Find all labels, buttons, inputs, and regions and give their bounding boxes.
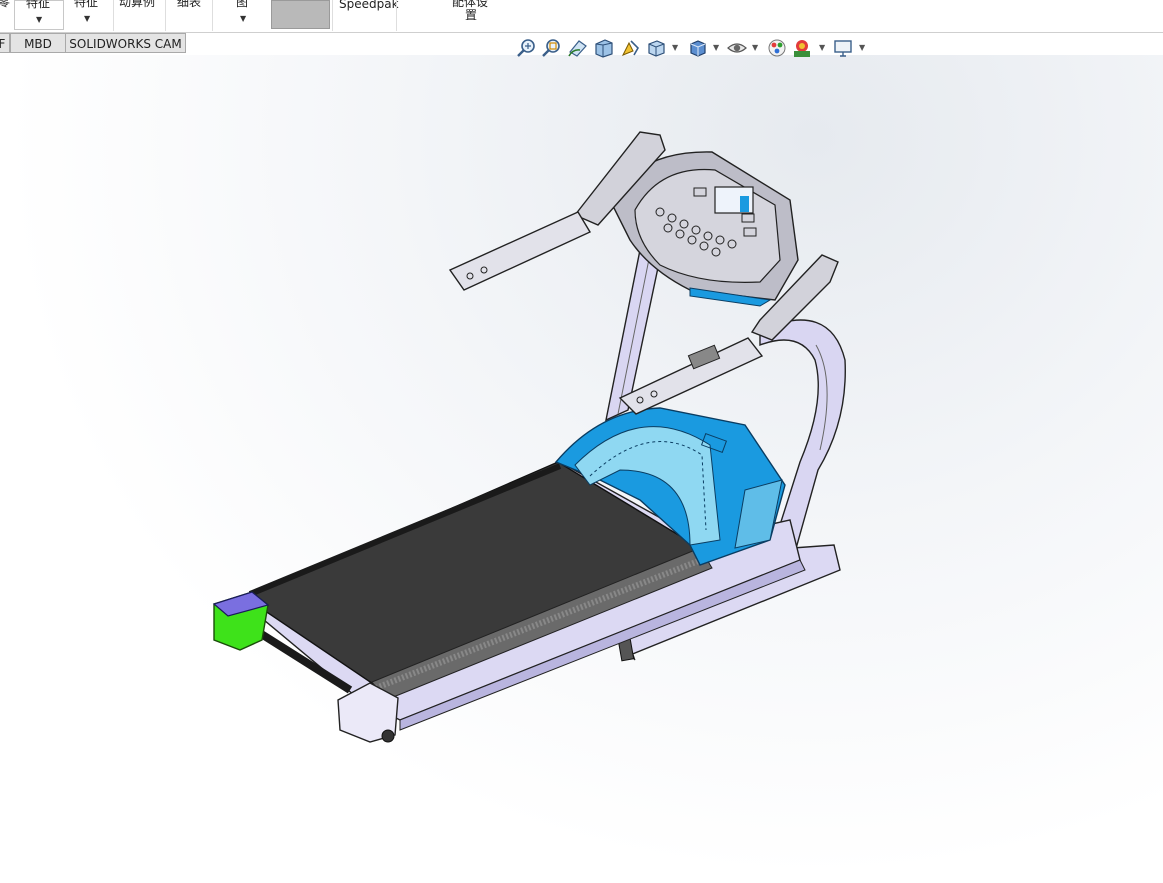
treadmill-3d-model[interactable] [0, 0, 1163, 883]
